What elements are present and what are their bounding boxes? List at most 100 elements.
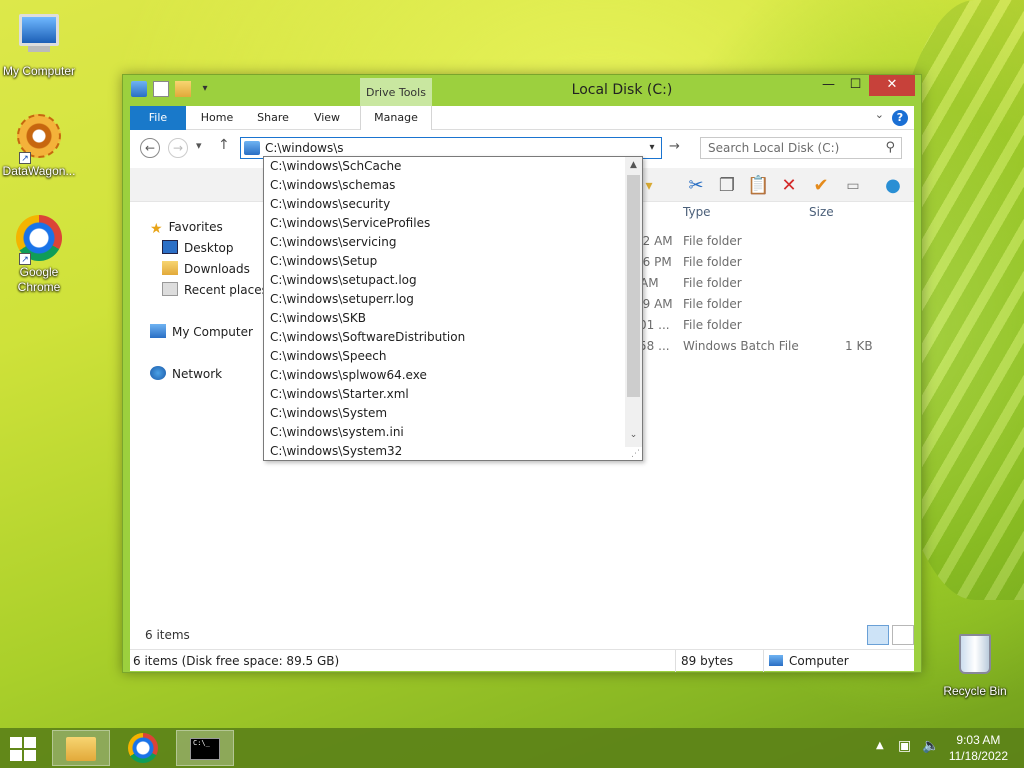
row-type: File folder [683, 318, 742, 332]
address-dropdown-icon[interactable]: ▾ [643, 138, 661, 158]
navigation-pane: ★ Favorites Desktop Downloads Recent plac… [130, 202, 280, 632]
large-icons-view-button[interactable] [892, 625, 914, 645]
nav-downloads[interactable]: Downloads [162, 259, 250, 279]
downloads-icon [162, 261, 178, 275]
tab-home[interactable]: Home [190, 106, 244, 130]
star-icon: ★ [150, 221, 163, 237]
row-type: Windows Batch File [683, 339, 799, 353]
shortcut-arrow-icon: ↗ [19, 152, 31, 164]
scroll-down-icon[interactable]: ⌄ [625, 427, 642, 443]
shortcut-arrow-icon: ↗ [19, 253, 31, 265]
tab-view[interactable]: View [302, 106, 352, 130]
view-switcher [867, 625, 914, 645]
tab-share[interactable]: Share [248, 106, 298, 130]
search-icon[interactable]: ⚲ [885, 140, 895, 155]
nav-my-computer[interactable]: My Computer [150, 322, 253, 342]
search-box[interactable]: Search Local Disk (C:) ⚲ [700, 137, 902, 159]
recent-locations-icon[interactable]: ▾ [196, 139, 202, 152]
minimize-button[interactable]: — [815, 75, 842, 96]
desktop-icon-datawagon[interactable]: ↗ DataWagon... [0, 112, 78, 179]
autocomplete-item[interactable]: C:\windows\security [270, 195, 390, 214]
cut-icon[interactable]: ✂ [685, 175, 707, 197]
autocomplete-item[interactable]: C:\windows\System [270, 404, 387, 423]
column-header-type[interactable]: Type [683, 205, 711, 219]
desktop-icon-label: My Computer [2, 64, 76, 78]
resize-grip-icon[interactable]: ⋰ [631, 449, 640, 459]
delete-icon[interactable]: ✕ [778, 175, 800, 197]
maximize-button[interactable]: ☐ [842, 75, 869, 96]
start-button[interactable] [10, 737, 38, 761]
address-input[interactable]: C:\windows\s [265, 141, 344, 155]
status-middle: 89 bytes [681, 654, 734, 668]
paste-icon[interactable]: 📋 [747, 175, 769, 197]
desktop-icon-recycle-bin[interactable]: Recycle Bin [936, 630, 1014, 699]
folder-icon [66, 737, 96, 761]
autocomplete-item[interactable]: C:\windows\schemas [270, 176, 395, 195]
ribbon-tabs: File Home Share View Manage ⌄ ? [130, 106, 914, 131]
network-tray-icon[interactable]: ▣ [898, 738, 911, 754]
autocomplete-item[interactable]: C:\windows\setuperr.log [270, 290, 414, 309]
autocomplete-item[interactable]: C:\windows\system.ini [270, 423, 404, 442]
autocomplete-item[interactable]: C:\windows\ServiceProfiles [270, 214, 430, 233]
clock[interactable]: 9:03 AM 11/18/2022 [949, 732, 1008, 764]
volume-icon[interactable]: 🔈 [922, 738, 939, 754]
nav-favorites[interactable]: ★ Favorites [150, 217, 223, 237]
status-left: 6 items (Disk free space: 89.5 GB) [133, 654, 340, 668]
ribbon-expand-icon[interactable]: ⌄ [875, 108, 884, 121]
rename-icon[interactable]: ▭ [842, 175, 864, 197]
taskbar: C:\_ ▲ ▣ 🔈 9:03 AM 11/18/2022 [0, 728, 1024, 768]
row-type: File folder [683, 255, 742, 269]
nav-label: My Computer [172, 325, 253, 339]
back-button[interactable]: ← [140, 138, 160, 158]
nav-recent-places[interactable]: Recent places [162, 280, 268, 300]
autocomplete-item[interactable]: C:\windows\System32 [270, 442, 402, 461]
scroll-up-icon[interactable]: ▲ [625, 157, 642, 173]
tab-manage[interactable]: Manage [360, 106, 432, 131]
nav-desktop[interactable]: Desktop [162, 238, 234, 258]
details-view-button[interactable] [867, 625, 889, 645]
nav-label: Network [172, 367, 223, 381]
up-button[interactable]: ↑ [218, 137, 230, 153]
taskbar-command-prompt[interactable]: C:\_ [176, 730, 234, 766]
autocomplete-item[interactable]: C:\windows\Speech [270, 347, 387, 366]
title-bar[interactable]: ▾ Drive Tools Local Disk (C:) — ☐ ✕ [123, 75, 921, 106]
autocomplete-scrollbar[interactable]: ▲ ⌄ [625, 157, 642, 447]
row-type: File folder [683, 234, 742, 248]
go-arrow-icon[interactable]: → [669, 139, 680, 154]
desktop-icon-my-computer[interactable]: My Computer [0, 10, 78, 79]
autocomplete-item[interactable]: C:\windows\SchCache [270, 157, 401, 176]
autocomplete-item[interactable]: C:\windows\setupact.log [270, 271, 417, 290]
search-placeholder: Search Local Disk (C:) [708, 141, 840, 155]
chrome-icon [128, 733, 158, 763]
chrome-icon: ↗ [15, 215, 63, 265]
autocomplete-item[interactable]: C:\windows\Starter.xml [270, 385, 409, 404]
recycle-bin-icon [951, 634, 999, 682]
tray-overflow-icon[interactable]: ▲ [876, 740, 884, 751]
window-title: Local Disk (C:) [571, 82, 673, 98]
help-icon[interactable]: ? [892, 110, 908, 126]
taskbar-file-explorer[interactable] [52, 730, 110, 766]
taskbar-chrome[interactable] [114, 730, 172, 766]
autocomplete-item[interactable]: C:\windows\servicing [270, 233, 396, 252]
status-right: Computer [789, 654, 849, 668]
address-autocomplete-list[interactable]: C:\windows\SchCache C:\windows\schemas C:\… [263, 156, 643, 461]
row-type: File folder [683, 276, 742, 290]
clock-date: 11/18/2022 [948, 749, 1008, 763]
checkmark-icon[interactable]: ✔ [810, 175, 832, 197]
row-size: 1 KB [845, 339, 873, 353]
recent-places-icon [162, 282, 178, 296]
autocomplete-item[interactable]: C:\windows\splwow64.exe [270, 366, 427, 385]
autocomplete-item[interactable]: C:\windows\SoftwareDistribution [270, 328, 465, 347]
forward-button[interactable]: → [168, 138, 188, 158]
tab-file[interactable]: File [130, 106, 186, 130]
window-controls: — ☐ ✕ [815, 75, 915, 96]
globe-icon[interactable]: ● [882, 175, 904, 197]
nav-network[interactable]: Network [150, 364, 222, 384]
close-button[interactable]: ✕ [869, 75, 915, 96]
column-header-size[interactable]: Size [809, 205, 834, 219]
autocomplete-item[interactable]: C:\windows\SKB [270, 309, 366, 328]
desktop-icon-google-chrome[interactable]: ↗ Google Chrome [0, 214, 78, 295]
scroll-thumb[interactable] [627, 175, 640, 397]
copy-icon[interactable]: ❐ [716, 175, 738, 197]
autocomplete-item[interactable]: C:\windows\Setup [270, 252, 377, 271]
